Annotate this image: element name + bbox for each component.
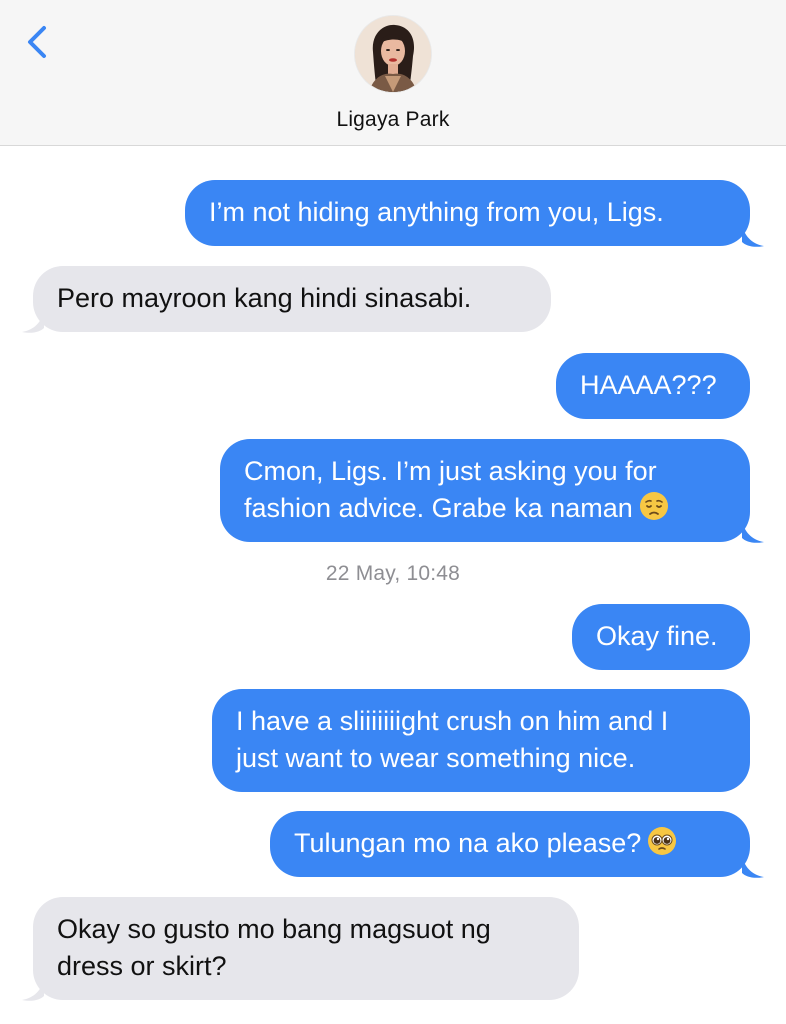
message-text-line: Okay so gusto mo bang magsuot ng [57,914,491,944]
received-message-bubble[interactable]: Pero mayroon kang hindi sinasabi. [33,266,551,332]
contact-name[interactable]: Ligaya Park [0,108,786,132]
message-text: Okay fine. [596,621,718,651]
message-text-line: fashion advice. Grabe ka naman [244,490,726,527]
conversation-timestamp: 22 May, 10:48 [325,562,461,585]
message-text-line: dress or skirt? [57,951,227,981]
message-text-line: I have a sliiiiiiight crush on him and I [236,706,669,736]
received-message-bubble[interactable]: Okay so gusto mo bang magsuot ng dress o… [33,897,579,1000]
pleading-face-icon [648,827,677,855]
sent-message-bubble[interactable]: Tulungan mo na ako please? [270,811,750,877]
message-text: Pero mayroon kang hindi sinasabi. [57,283,472,313]
message-text: HAAAA??? [580,370,717,400]
conversation-header: Ligaya Park [0,0,786,146]
message-text: I’m not hiding anything from you, Ligs. [209,197,664,227]
contact-avatar[interactable] [355,16,431,92]
message-text-line: Cmon, Ligs. I’m just asking you for [244,456,657,486]
sent-message-bubble[interactable]: I’m not hiding anything from you, Ligs. [185,180,750,246]
message-text: Tulungan mo na ako please? [294,828,642,858]
received-bubble-tail [22,310,44,333]
sent-bubble-tail [742,855,764,878]
avatar-photo [355,16,431,92]
back-button[interactable] [22,22,58,62]
sent-bubble-tail [742,520,764,543]
received-bubble-tail [22,978,44,1001]
sent-message-bubble[interactable]: Okay fine. [572,604,750,670]
sent-message-bubble[interactable]: HAAAA??? [556,353,750,419]
chevron-left-icon [28,26,46,58]
sent-message-bubble[interactable]: I have a sliiiiiiight crush on him and I… [212,689,750,792]
sent-bubble-tail [742,224,764,247]
message-text: fashion advice. Grabe ka naman [244,493,633,523]
pensive-face-icon [639,492,668,520]
message-text-line: just want to wear something nice. [236,743,636,773]
sent-message-bubble[interactable]: Cmon, Ligs. I’m just asking you for fash… [220,439,750,542]
